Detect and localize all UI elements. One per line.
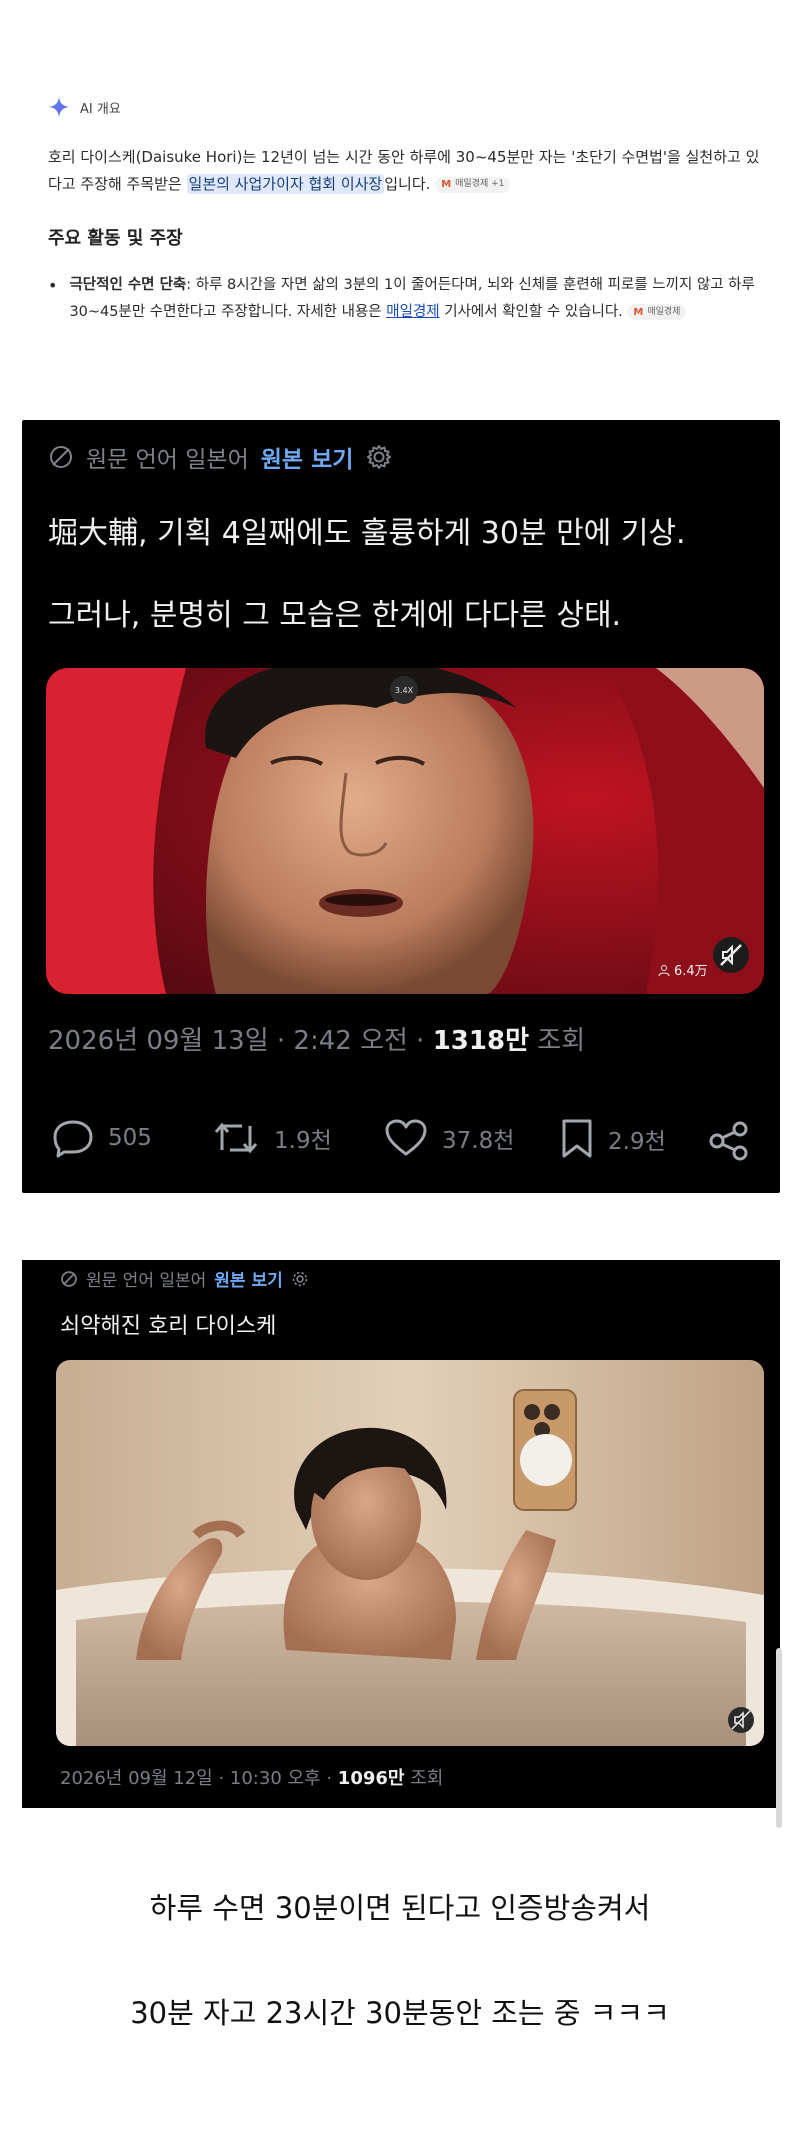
ai-overview-label: AI 개요 — [80, 101, 121, 117]
source-chip-label: 매일경제 — [647, 306, 681, 317]
mute-icon[interactable] — [724, 1706, 754, 1736]
summary-end: 입니다. — [384, 175, 431, 193]
post-date: 2026년 09월 13일 · 2:42 오전 · — [48, 1026, 433, 1056]
translation-label: 원문 언어 일본어 — [86, 1271, 207, 1291]
mute-icon[interactable] — [712, 936, 750, 974]
video-player[interactable] — [56, 1360, 764, 1746]
bullet-text: 극단적인 수면 단축: 하루 8시간을 자면 삶의 3분의 1이 줄어든다며, … — [69, 272, 768, 326]
translate-icon — [61, 1270, 77, 1287]
bullet-tail: 기사에서 확인할 수 있습니다. — [439, 304, 623, 320]
translate-icon — [50, 446, 72, 468]
heart-icon — [385, 1119, 427, 1156]
source-logo-icon: M — [633, 306, 644, 318]
like-count: 37.8천 — [442, 1128, 515, 1154]
view-label: 조회 — [404, 1768, 444, 1789]
summary-highlight[interactable]: 일본의 사업가이자 협회 이사장 — [186, 174, 385, 194]
video-frame — [46, 668, 764, 994]
bookmark-button[interactable]: 2.9천 — [560, 1118, 666, 1160]
retweet-button[interactable]: 1.9천 — [212, 1118, 332, 1158]
post-date: 2026년 09월 12일 · 10:30 오후 · — [60, 1768, 338, 1789]
sparkle-icon — [48, 96, 70, 118]
caption-line: 하루 수면 30분이면 된다고 인증방송켜서 — [149, 1891, 651, 1925]
reply-button[interactable]: 505 — [52, 1118, 152, 1158]
bullet-icon: • — [48, 276, 58, 295]
viewer-count-label: 6.4万 — [674, 964, 708, 979]
scrollbar[interactable] — [776, 1648, 782, 1828]
share-icon[interactable] — [708, 1120, 750, 1162]
source-chip[interactable]: M 매일경제 — [627, 304, 687, 320]
view-count: 1096만 — [337, 1768, 405, 1789]
ai-overview-header: AI 개요 — [48, 96, 768, 118]
bookmark-count: 2.9천 — [608, 1129, 666, 1155]
ai-summary: 호리 다이스케(Daisuke Hori)는 12년이 넘는 시간 동안 하루에… — [48, 144, 768, 198]
tweet-meta: 2026년 09월 12일 · 10:30 오후 · 1096만 조회 — [60, 1764, 443, 1790]
bookmark-icon — [562, 1119, 592, 1158]
translation-bar: 원문 언어 일본어 원본 보기 — [48, 440, 393, 474]
reply-count: 505 — [108, 1125, 152, 1151]
gear-icon[interactable] — [291, 1270, 309, 1288]
view-label: 조회 — [529, 1026, 586, 1056]
section-title: 주요 활동 및 주장 — [48, 228, 183, 249]
viewer-count: 6.4万 — [658, 960, 708, 979]
tweet-text-line: 쇠약해진 호리 다이스케 — [60, 1314, 277, 1339]
person-icon — [658, 964, 670, 976]
translation-label: 원문 언어 일본어 — [86, 447, 249, 473]
reply-icon — [53, 1120, 93, 1158]
source-chip-label: 매일경제 +1 — [455, 179, 505, 189]
view-count: 1318만 — [432, 1026, 530, 1056]
view-original-link[interactable]: 원본 보기 — [261, 440, 354, 474]
article-link[interactable]: 매일경제 — [386, 304, 439, 320]
retweet-icon — [214, 1122, 258, 1154]
view-original-link[interactable]: 원본 보기 — [214, 1266, 282, 1291]
gear-icon[interactable] — [365, 443, 393, 471]
caption-line: 30분 자고 23시간 30분동안 조는 중 ㅋㅋㅋ — [130, 1996, 670, 2030]
tweet-card: 원문 언어 일본어 원본 보기 堀大輔, 기획 4일째에도 훌륭하게 30분 만… — [22, 420, 780, 1193]
video-frame — [56, 1360, 764, 1746]
tweet-text-line: 堀大輔, 기획 4일째에도 훌륭하게 30분 만에 기상. — [48, 516, 686, 551]
like-button[interactable]: 37.8천 — [384, 1118, 514, 1158]
source-logo-icon: M — [441, 179, 452, 190]
translation-bar: 원문 언어 일본어 원본 보기 — [60, 1266, 309, 1291]
tweet-meta: 2026년 09월 13일 · 2:42 오전 · 1318만 조회 — [48, 1020, 585, 1057]
ai-overview: AI 개요 호리 다이스케(Daisuke Hori)는 12년이 넘는 시간 … — [48, 96, 768, 326]
list-item: • 극단적인 수면 단축: 하루 8시간을 자면 삶의 3분의 1이 줄어든다며… — [48, 272, 768, 326]
speed-badge[interactable]: 3.4X — [390, 676, 418, 704]
bullet-bold: 극단적인 수면 단축 — [69, 277, 187, 293]
tweet-card: 원문 언어 일본어 원본 보기 쇠약해진 호리 다이스케 2026년 09월 1… — [22, 1260, 780, 1808]
tweet-text-line: 그러나, 분명히 그 모습은 한계에 다다른 상태. — [48, 598, 622, 633]
video-player[interactable]: 3.4X 6.4万 — [46, 668, 764, 994]
source-chip[interactable]: M 매일경제 +1 — [435, 176, 511, 193]
retweet-count: 1.9천 — [274, 1128, 332, 1154]
